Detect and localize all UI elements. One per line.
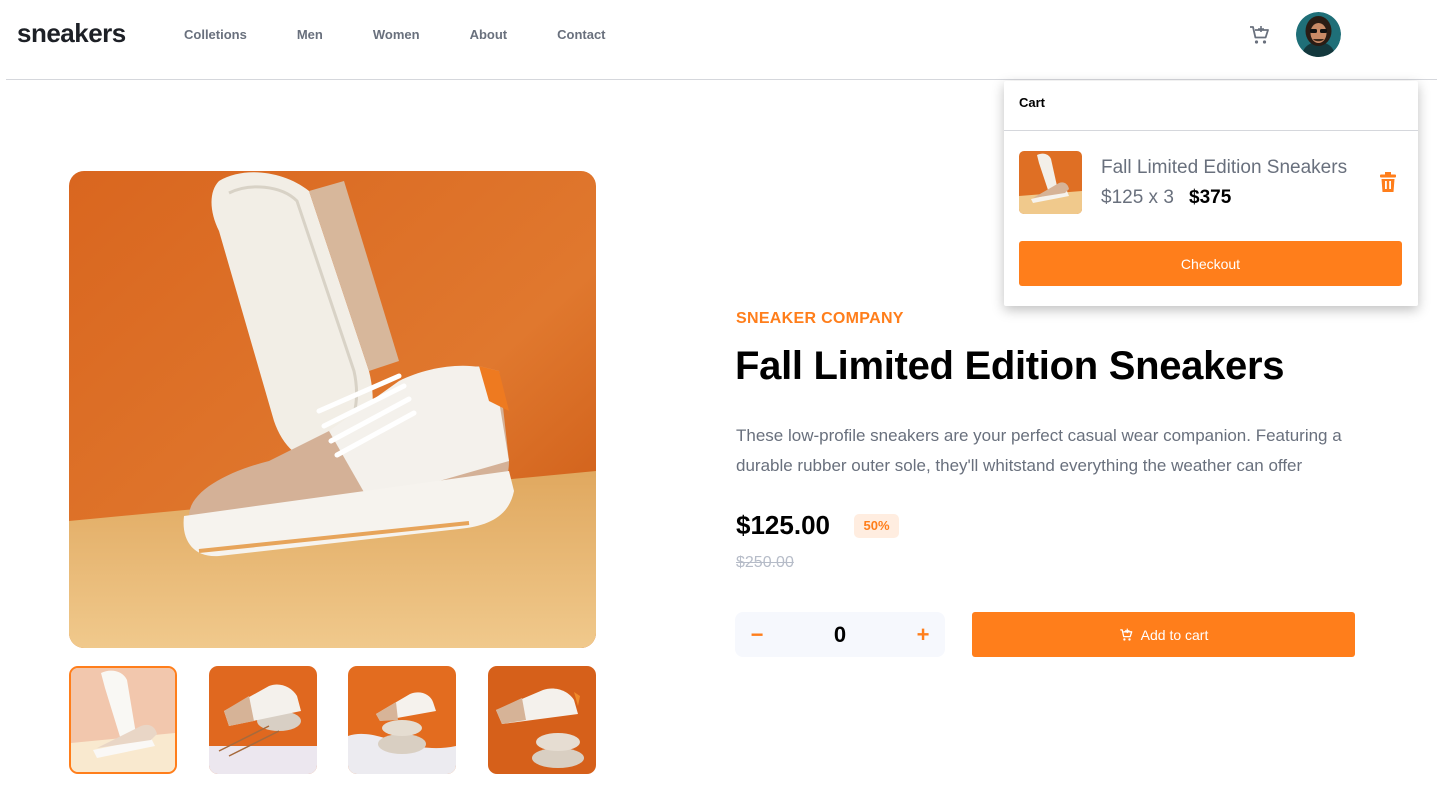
nav-link-collections[interactable]: Colletions bbox=[184, 27, 247, 43]
cart-heading: Cart bbox=[1019, 95, 1046, 110]
nav-link-contact[interactable]: Contact bbox=[557, 27, 605, 43]
trash-icon[interactable] bbox=[1378, 171, 1398, 193]
cart-item-total: $375 bbox=[1189, 187, 1232, 208]
cart-item-thumbnail bbox=[1019, 151, 1082, 214]
thumbnail-4[interactable] bbox=[488, 666, 596, 774]
cart-icon[interactable] bbox=[1248, 24, 1270, 46]
cart-popup: Cart Fall Limited Edition Sneakers $125 … bbox=[1004, 81, 1418, 306]
cart-divider bbox=[1004, 130, 1418, 131]
main-nav: Colletions Men Women About Contact bbox=[184, 27, 656, 43]
quantity-stepper: − 0 + bbox=[735, 612, 945, 657]
cart-item-price: $125 x 3 bbox=[1101, 187, 1174, 208]
nav-link-women[interactable]: Women bbox=[373, 27, 420, 43]
site-header: sneakers Colletions Men Women About Cont… bbox=[6, 0, 1437, 80]
product-main-image[interactable] bbox=[69, 171, 596, 648]
minus-button[interactable]: − bbox=[735, 612, 779, 657]
add-to-cart-label: Add to cart bbox=[1140, 626, 1209, 643]
thumbnail-2[interactable] bbox=[209, 666, 317, 774]
cart-item-name: Fall Limited Edition Sneakers bbox=[1101, 157, 1348, 178]
quantity-value: 0 bbox=[833, 622, 847, 647]
thumbnail-1[interactable] bbox=[69, 666, 177, 774]
nav-link-men[interactable]: Men bbox=[297, 27, 323, 43]
discount-badge: 50% bbox=[854, 514, 899, 538]
logo[interactable]: sneakers bbox=[17, 18, 126, 49]
user-avatar[interactable] bbox=[1296, 12, 1341, 57]
checkout-button[interactable]: Checkout bbox=[1019, 241, 1402, 286]
cart-icon bbox=[1119, 628, 1133, 641]
company-label: SNEAKER COMPANY bbox=[736, 310, 904, 327]
product-title: Fall Limited Edition Sneakers bbox=[735, 344, 1285, 388]
nav-link-about[interactable]: About bbox=[470, 27, 508, 43]
thumbnail-3[interactable] bbox=[348, 666, 456, 774]
old-price: $250.00 bbox=[736, 554, 794, 571]
current-price: $125.00 bbox=[736, 510, 830, 540]
plus-button[interactable]: + bbox=[901, 612, 945, 657]
product-description: These low-profile sneakers are your perf… bbox=[736, 426, 1342, 475]
add-to-cart-button[interactable]: Add to cart bbox=[972, 612, 1355, 657]
